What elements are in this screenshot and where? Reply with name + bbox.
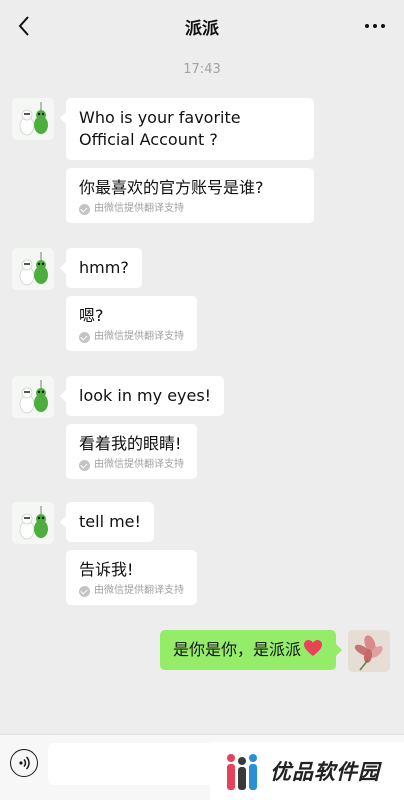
contact-avatar[interactable] <box>12 248 54 290</box>
message-text: look in my eyes! <box>79 386 212 405</box>
message-bubble[interactable]: Who is your favorite Official Account ? <box>60 98 314 160</box>
translation-text: 嗯? <box>79 306 104 325</box>
watermark-text: 优品软件园 <box>270 760 380 784</box>
check-circle-icon <box>79 459 90 471</box>
translation-note: 由微信提供翻译支持 <box>79 584 184 598</box>
message-text: tell me! <box>79 512 141 531</box>
contact-avatar[interactable] <box>12 98 54 140</box>
more-button[interactable] <box>360 14 390 38</box>
translation-bubble[interactable]: 告诉我! 由微信提供翻译支持 <box>66 550 197 605</box>
my-message-text: 是你是你，是派派 <box>172 640 301 659</box>
more-dots-icon <box>365 24 369 28</box>
translation-note: 由微信提供翻译支持 <box>79 202 301 216</box>
message-text: Who is your favorite Official Account ? <box>79 108 241 149</box>
contact-avatar[interactable] <box>12 502 54 544</box>
heart-icon <box>304 640 322 656</box>
timestamp: 17:43 <box>183 62 221 77</box>
my-avatar[interactable] <box>348 630 390 672</box>
translation-bubble[interactable]: 看着我的眼睛! 由微信提供翻译支持 <box>66 424 197 479</box>
avatar-image-icon <box>12 502 54 544</box>
translation-text: 告诉我! <box>79 560 134 579</box>
flower-avatar-icon <box>348 630 390 672</box>
translation-note-text: 由微信提供翻译支持 <box>94 459 184 470</box>
translation-note: 由微信提供翻译支持 <box>79 330 184 344</box>
translation-bubble[interactable]: 你最喜欢的官方账号是谁? 由微信提供翻译支持 <box>66 168 314 223</box>
avatar-image-icon <box>12 98 54 140</box>
translation-note-text: 由微信提供翻译支持 <box>94 203 184 214</box>
translation-text: 看着我的眼睛! <box>79 434 182 453</box>
message-bubble[interactable]: hmm? <box>60 248 142 288</box>
watermark: 优品软件园 <box>210 742 404 800</box>
translation-bubble[interactable]: 嗯? 由微信提供翻译支持 <box>66 296 197 351</box>
chat-title: 派派 <box>185 19 219 39</box>
avatar-image-icon <box>12 248 54 290</box>
watermark-logo-icon <box>227 754 257 790</box>
message-text: hmm? <box>79 258 129 277</box>
contact-avatar[interactable] <box>12 376 54 418</box>
voice-icon <box>19 756 30 770</box>
avatar-image-icon <box>12 376 54 418</box>
message-bubble[interactable]: look in my eyes! <box>59 376 225 416</box>
translation-text: 你最喜欢的官方账号是谁? <box>79 178 264 197</box>
translation-note-text: 由微信提供翻译支持 <box>94 331 184 342</box>
translation-note-text: 由微信提供翻译支持 <box>94 585 184 596</box>
translation-note: 由微信提供翻译支持 <box>79 458 184 472</box>
top-bar: 派派 <box>0 0 404 52</box>
check-circle-icon <box>79 203 90 215</box>
message-bubble[interactable]: tell me! <box>60 502 154 542</box>
voice-button[interactable] <box>10 749 38 777</box>
check-circle-icon <box>79 585 90 597</box>
check-circle-icon <box>79 331 90 343</box>
my-message-bubble[interactable]: 是你是你，是派派 <box>159 630 343 670</box>
